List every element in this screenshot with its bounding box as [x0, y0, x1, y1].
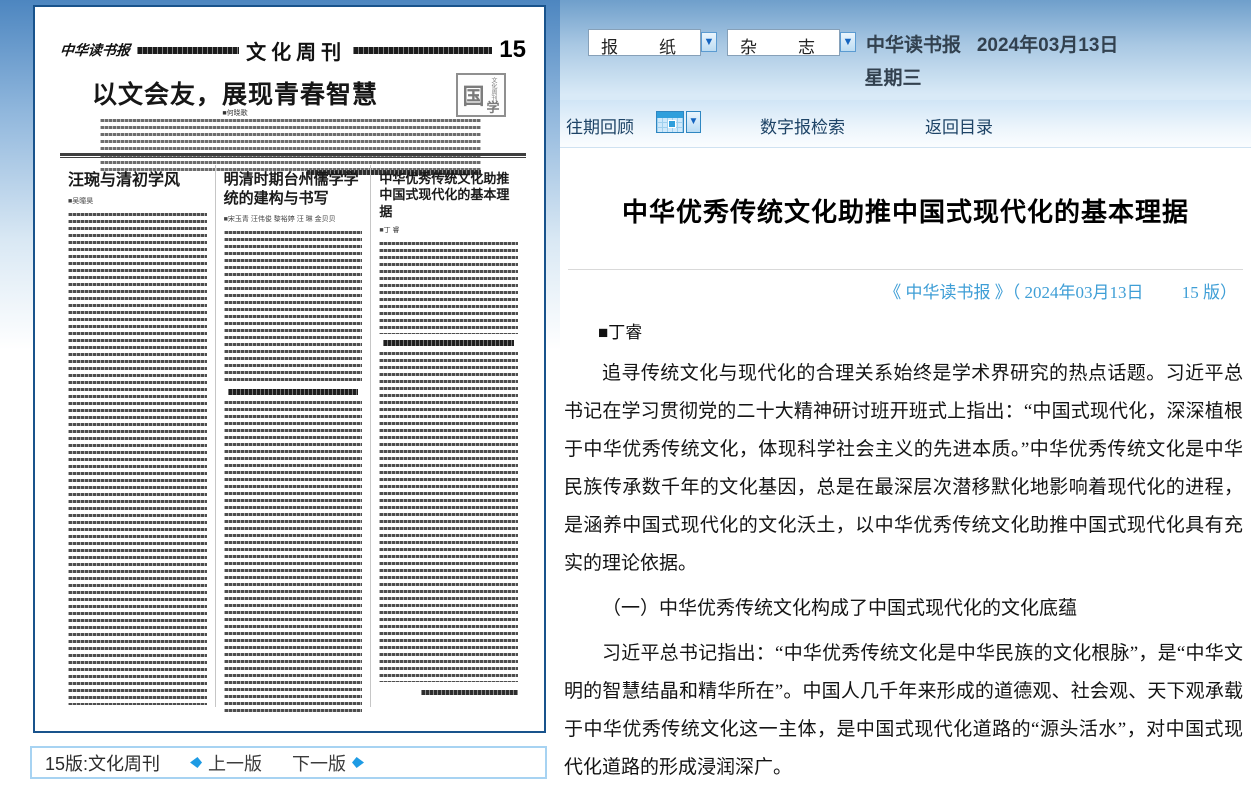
calendar-dropdown-icon[interactable]: ▼ — [686, 111, 701, 133]
article-text-placeholder — [379, 352, 518, 682]
prev-page-link[interactable]: 上一版 — [190, 750, 262, 776]
stamp-char: 国 — [462, 79, 484, 111]
stamp-side-label: 文化周刊 — [490, 77, 496, 101]
newspaper-columns: 汪琬与清初学风 ■吴曈昊 明清时期台州儒学学统的建构与书写 ■宋玉青 汪伟俊 黎… — [60, 165, 526, 707]
article-subhead-placeholder — [228, 389, 359, 395]
column-article-title[interactable]: 明清时期台州儒学学统的建构与书写 — [224, 171, 363, 209]
next-page-link[interactable]: 下一版 — [292, 750, 364, 776]
next-page-label: 下一版 — [292, 750, 346, 776]
toolbar: 往期回顾 ▼ 数字报检索 返回目录 — [560, 100, 1251, 148]
pager-page-label: 15版:文化周刊 — [45, 750, 160, 776]
article-column-1[interactable]: 汪琬与清初学风 ■吴曈昊 — [60, 165, 215, 707]
newspaper-select[interactable]: 报 纸 — [588, 29, 701, 56]
page-number: 15 — [499, 36, 526, 64]
current-issue-label: 中华读书报 2024年03月13日 — [866, 30, 1118, 57]
column-article-title[interactable]: 中华优秀传统文化助推中国式现代化的基本理据 — [379, 171, 518, 220]
newspaper-page-frame: 中华读书报 文化周刊 15 以文会友，展现青春智慧 ■何晓歌 国 文化周刊 学 — [33, 5, 546, 733]
next-arrow-icon — [352, 757, 364, 768]
title-divider — [568, 269, 1243, 270]
prev-page-label: 上一版 — [208, 750, 262, 776]
stamp-char: 学 — [487, 101, 500, 114]
masthead-info-bar — [137, 47, 239, 54]
column-article-byline: ■宋玉青 汪伟俊 黎裕婷 汪 琳 金贝贝 — [224, 214, 363, 224]
article-text-placeholder — [379, 242, 518, 334]
feature-byline: ■何晓歌 — [65, 108, 405, 118]
feature-headline[interactable]: 以文会友，展现青春智慧 — [65, 75, 405, 111]
section-title: 文化周刊 — [246, 36, 346, 65]
back-to-contents-link[interactable]: 返回目录 — [925, 113, 993, 138]
masthead-info-bar — [353, 47, 492, 54]
article-credit-placeholder — [421, 690, 518, 695]
article-subhead-placeholder — [383, 340, 514, 346]
site-header: 报 纸 ▼ 杂 志 ▼ 中华读书报 2024年03月13日 星期三 — [560, 0, 1251, 100]
section-divider-rule — [60, 153, 526, 159]
article-body: 追寻传统文化与现代化的合理关系始终是学术界研究的热点话题。习近平总书记在学习贯彻… — [560, 355, 1251, 787]
magazine-select[interactable]: 杂 志 — [727, 29, 840, 56]
column-article-title[interactable]: 汪琬与清初学风 — [68, 171, 207, 191]
prev-arrow-icon — [190, 757, 202, 768]
article-column-2[interactable]: 明清时期台州儒学学统的建构与书写 ■宋玉青 汪伟俊 黎裕婷 汪 琳 金贝贝 — [215, 165, 371, 707]
epaper-preview-pane: 中华读书报 文化周刊 15 以文会友，展现青春智慧 ■何晓歌 国 文化周刊 学 — [0, 0, 560, 808]
newspaper-masthead: 中华读书报 文化周刊 15 — [60, 37, 526, 63]
article-text-placeholder — [224, 401, 363, 713]
newspaper-logo: 中华读书报 — [59, 40, 131, 60]
calendar-icon[interactable] — [656, 111, 684, 133]
issue-weekday: 星期三 — [858, 63, 928, 90]
article-source-line: 《 中华读书报 》（ 2024年03月13日 15 版） — [560, 278, 1237, 303]
article-author: ■丁睿 — [598, 318, 1251, 343]
calendar-picker[interactable]: ▼ — [656, 111, 701, 133]
article-text-placeholder — [68, 213, 207, 705]
issue-date: 2024年03月13日 — [977, 35, 1119, 56]
article-reader-pane: 报 纸 ▼ 杂 志 ▼ 中华读书报 2024年03月13日 星期三 往期回顾 ▼… — [560, 0, 1251, 808]
newspaper-select-arrow-icon[interactable]: ▼ — [701, 32, 717, 52]
article-title: 中华优秀传统文化助推中国式现代化的基本理据 — [570, 192, 1241, 229]
article-text-placeholder — [224, 231, 363, 383]
article-section-heading: （一）中华优秀传统文化构成了中国式现代化的文化底蕴 — [564, 590, 1243, 628]
guoxue-stamp: 国 文化周刊 学 — [456, 73, 506, 117]
past-issues-link[interactable]: 往期回顾 — [566, 113, 634, 138]
article-paragraph: 习近平总书记指出：“中华优秀传统文化是中华民族的文化根脉”，是“中华文明的智慧结… — [564, 635, 1243, 787]
column-article-byline: ■丁 睿 — [379, 225, 518, 235]
article-column-3[interactable]: 中华优秀传统文化助推中国式现代化的基本理据 ■丁 睿 — [370, 165, 526, 707]
paper-name: 中华读书报 — [866, 35, 961, 56]
magazine-select-arrow-icon[interactable]: ▼ — [840, 32, 856, 52]
digital-search-link[interactable]: 数字报检索 — [760, 113, 845, 138]
page-pager-bar: 15版:文化周刊 上一版 下一版 — [30, 746, 547, 779]
article-paragraph: 追寻传统文化与现代化的合理关系始终是学术界研究的热点话题。习近平总书记在学习贯彻… — [564, 355, 1243, 583]
article-content: 中华优秀传统文化助推中国式现代化的基本理据 《 中华读书报 》（ 2024年03… — [560, 192, 1251, 787]
newspaper-page-thumbnail[interactable]: 中华读书报 文化周刊 15 以文会友，展现青春智慧 ■何晓歌 国 文化周刊 学 — [35, 7, 544, 731]
column-article-byline: ■吴曈昊 — [68, 196, 207, 206]
